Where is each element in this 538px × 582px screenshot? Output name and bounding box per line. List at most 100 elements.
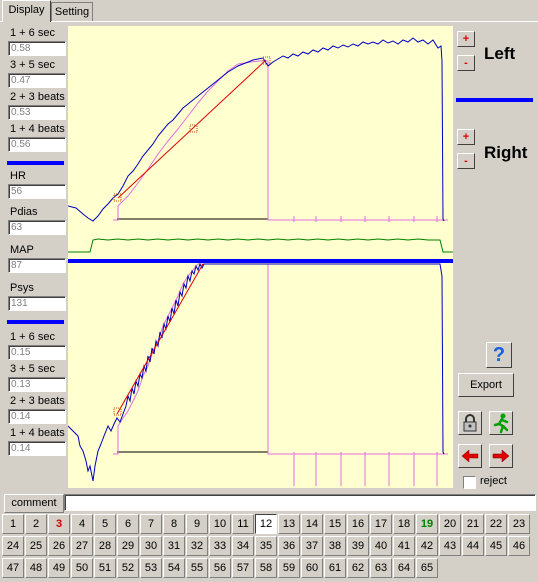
page-button-44[interactable]: 44 bbox=[462, 536, 484, 556]
page-button-28[interactable]: 28 bbox=[94, 536, 116, 556]
page-button-41[interactable]: 41 bbox=[393, 536, 415, 556]
left-divider bbox=[7, 161, 64, 165]
page-button-23[interactable]: 23 bbox=[508, 514, 530, 534]
page-button-10[interactable]: 10 bbox=[209, 514, 231, 534]
page-button-8[interactable]: 8 bbox=[163, 514, 185, 534]
run-button[interactable] bbox=[489, 411, 513, 435]
lock-button[interactable] bbox=[458, 411, 482, 435]
reject-checkbox[interactable] bbox=[463, 476, 476, 489]
vital-field[interactable]: 56 bbox=[8, 184, 66, 199]
page-button-24[interactable]: 24 bbox=[2, 536, 24, 556]
page-button-17[interactable]: 17 bbox=[370, 514, 392, 534]
next-button[interactable] bbox=[489, 444, 513, 468]
page-button-50[interactable]: 50 bbox=[71, 558, 93, 578]
page-button-9[interactable]: 9 bbox=[186, 514, 208, 534]
page-button-5[interactable]: 5 bbox=[94, 514, 116, 534]
metric-field[interactable]: 0.47 bbox=[8, 73, 66, 88]
right-minus-button[interactable]: - bbox=[457, 153, 475, 169]
page-button-26[interactable]: 26 bbox=[48, 536, 70, 556]
metric-field[interactable]: 0.13 bbox=[8, 377, 66, 392]
metric-label: 1 + 4 beats bbox=[10, 123, 65, 135]
page-button-29[interactable]: 29 bbox=[117, 536, 139, 556]
page-button-38[interactable]: 38 bbox=[324, 536, 346, 556]
page-button-25[interactable]: 25 bbox=[25, 536, 47, 556]
page-button-47[interactable]: 47 bbox=[2, 558, 24, 578]
page-button-6[interactable]: 6 bbox=[117, 514, 139, 534]
prev-button[interactable] bbox=[458, 444, 482, 468]
page-button-61[interactable]: 61 bbox=[324, 558, 346, 578]
page-button-31[interactable]: 31 bbox=[163, 536, 185, 556]
metric-field[interactable]: 0.58 bbox=[8, 41, 66, 56]
vital-field[interactable]: 131 bbox=[8, 296, 66, 311]
page-button-14[interactable]: 14 bbox=[301, 514, 323, 534]
page-button-43[interactable]: 43 bbox=[439, 536, 461, 556]
page-button-3[interactable]: 3 bbox=[48, 514, 70, 534]
left-minus-button[interactable]: - bbox=[457, 55, 475, 71]
page-button-51[interactable]: 51 bbox=[94, 558, 116, 578]
page-button-20[interactable]: 20 bbox=[439, 514, 461, 534]
fit-marker[interactable] bbox=[113, 193, 122, 202]
metric-field[interactable]: 0.15 bbox=[8, 345, 66, 360]
page-button-45[interactable]: 45 bbox=[485, 536, 507, 556]
page-button-39[interactable]: 39 bbox=[347, 536, 369, 556]
page-button-4[interactable]: 4 bbox=[71, 514, 93, 534]
page-button-32[interactable]: 32 bbox=[186, 536, 208, 556]
metric-field[interactable]: 0.53 bbox=[8, 105, 66, 120]
page-button-19[interactable]: 19 bbox=[416, 514, 438, 534]
page-button-22[interactable]: 22 bbox=[485, 514, 507, 534]
page-button-49[interactable]: 49 bbox=[48, 558, 70, 578]
page-button-18[interactable]: 18 bbox=[393, 514, 415, 534]
page-button-16[interactable]: 16 bbox=[347, 514, 369, 534]
help-button[interactable]: ? bbox=[486, 342, 512, 368]
comment-input[interactable] bbox=[64, 494, 536, 511]
page-button-27[interactable]: 27 bbox=[71, 536, 93, 556]
metric-label: 3 + 5 sec bbox=[10, 59, 55, 71]
tab-setting[interactable]: Setting bbox=[51, 2, 93, 21]
page-button-42[interactable]: 42 bbox=[416, 536, 438, 556]
page-button-48[interactable]: 48 bbox=[25, 558, 47, 578]
page-button-33[interactable]: 33 bbox=[209, 536, 231, 556]
page-button-37[interactable]: 37 bbox=[301, 536, 323, 556]
page-button-60[interactable]: 60 bbox=[301, 558, 323, 578]
page-button-13[interactable]: 13 bbox=[278, 514, 300, 534]
right-plus-button[interactable]: + bbox=[457, 129, 475, 145]
pane-divider bbox=[68, 259, 453, 263]
tab-display[interactable]: Display bbox=[2, 0, 51, 22]
page-button-12[interactable]: 12 bbox=[255, 514, 277, 534]
waveform-plot[interactable] bbox=[67, 26, 453, 488]
export-button[interactable]: Export bbox=[458, 373, 514, 397]
page-button-11[interactable]: 11 bbox=[232, 514, 254, 534]
metric-field[interactable]: 0.14 bbox=[8, 409, 66, 424]
metric-field[interactable]: 0.14 bbox=[8, 441, 66, 456]
metric-label: 2 + 3 beats bbox=[10, 91, 65, 103]
fit-marker[interactable] bbox=[189, 124, 198, 133]
page-button-34[interactable]: 34 bbox=[232, 536, 254, 556]
vital-field[interactable]: 63 bbox=[8, 220, 66, 235]
page-button-54[interactable]: 54 bbox=[163, 558, 185, 578]
page-button-1[interactable]: 1 bbox=[2, 514, 24, 534]
page-button-65[interactable]: 65 bbox=[416, 558, 438, 578]
page-button-15[interactable]: 15 bbox=[324, 514, 346, 534]
page-button-58[interactable]: 58 bbox=[255, 558, 277, 578]
page-button-59[interactable]: 59 bbox=[278, 558, 300, 578]
page-button-62[interactable]: 62 bbox=[347, 558, 369, 578]
page-button-56[interactable]: 56 bbox=[209, 558, 231, 578]
page-button-2[interactable]: 2 bbox=[25, 514, 47, 534]
page-button-64[interactable]: 64 bbox=[393, 558, 415, 578]
page-button-36[interactable]: 36 bbox=[278, 536, 300, 556]
page-button-52[interactable]: 52 bbox=[117, 558, 139, 578]
page-button-53[interactable]: 53 bbox=[140, 558, 162, 578]
page-button-63[interactable]: 63 bbox=[370, 558, 392, 578]
left-plus-button[interactable]: + bbox=[457, 31, 475, 47]
metric-field[interactable]: 0.56 bbox=[8, 137, 66, 152]
page-button-30[interactable]: 30 bbox=[140, 536, 162, 556]
page-button-7[interactable]: 7 bbox=[140, 514, 162, 534]
page-button-21[interactable]: 21 bbox=[462, 514, 484, 534]
page-button-46[interactable]: 46 bbox=[508, 536, 530, 556]
page-button-55[interactable]: 55 bbox=[186, 558, 208, 578]
vital-field[interactable]: 87 bbox=[8, 258, 66, 273]
hr-trace bbox=[68, 238, 453, 253]
page-button-35[interactable]: 35 bbox=[255, 536, 277, 556]
page-button-57[interactable]: 57 bbox=[232, 558, 254, 578]
page-button-40[interactable]: 40 bbox=[370, 536, 392, 556]
